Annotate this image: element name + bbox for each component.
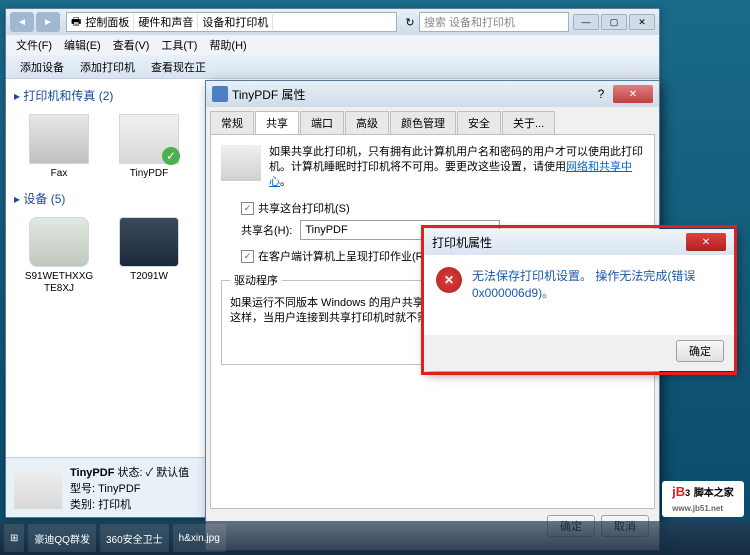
tab-sharing[interactable]: 共享 xyxy=(255,111,299,134)
task-img[interactable]: h&xin.jpg xyxy=(173,524,226,552)
maximize-button[interactable]: ▢ xyxy=(601,14,627,30)
tab-about[interactable]: 关于... xyxy=(502,111,555,134)
crumb-2[interactable]: 设备和打印机 xyxy=(198,14,273,30)
nav-fwd[interactable]: ► xyxy=(36,12,60,32)
folder-icon: 🖶 xyxy=(71,13,81,32)
address-bar[interactable]: 🖶 控制面板 硬件和声音 设备和打印机 xyxy=(66,12,397,32)
tab-security[interactable]: 安全 xyxy=(457,111,501,134)
device-fax[interactable]: Fax xyxy=(24,114,94,180)
error-dialog: 打印机属性 ✕ ✕ 无法保存打印机设置。 操作无法完成(错误 0x000006d… xyxy=(424,229,734,371)
disk-icon xyxy=(29,217,89,267)
add-printer-button[interactable]: 添加打印机 xyxy=(72,59,143,75)
prop-title-text: TinyPDF 属性 xyxy=(232,86,306,103)
minimize-button[interactable]: — xyxy=(573,14,599,30)
ok-button[interactable]: 确定 xyxy=(676,340,724,362)
close-button[interactable]: ✕ xyxy=(686,233,726,251)
share-printer-icon xyxy=(221,145,261,181)
error-titlebar[interactable]: 打印机属性 ✕ xyxy=(424,229,734,255)
render-checkbox-label: 在客户端计算机上呈现打印作业(R) xyxy=(258,248,427,264)
help-button[interactable]: ? xyxy=(589,87,613,101)
error-title-text: 打印机属性 xyxy=(432,234,492,251)
task-360[interactable]: 360安全卫士 xyxy=(100,524,169,552)
menu-tools[interactable]: 工具(T) xyxy=(155,37,203,53)
tab-strip: 常规 共享 端口 高级 颜色管理 安全 关于... xyxy=(206,107,659,134)
view-progress-button[interactable]: 查看现在正 xyxy=(143,59,214,75)
tab-general[interactable]: 常规 xyxy=(210,111,254,134)
explorer-titlebar[interactable]: ◄ ► 🖶 控制面板 硬件和声音 设备和打印机 ↻ 搜索 设备和打印机 — ▢ … xyxy=(6,9,659,35)
menu-view[interactable]: 查看(V) xyxy=(107,37,156,53)
error-icon: ✕ xyxy=(436,267,462,293)
share-description: 如果共享此打印机，只有拥有此计算机用户名和密码的用户才可以使用此打印机。计算机睡… xyxy=(269,145,644,190)
toolbar: 添加设备 添加打印机 查看现在正 xyxy=(6,55,659,79)
share-name-label: 共享名(H): xyxy=(241,222,292,238)
start-button[interactable]: ⊞ xyxy=(4,524,24,552)
close-button[interactable]: ✕ xyxy=(629,14,655,30)
crumb-1[interactable]: 硬件和声音 xyxy=(134,14,198,30)
device-disk[interactable]: S91WETHXXGTE8XJ xyxy=(24,217,94,295)
task-qq[interactable]: 豪迪QQ群发 xyxy=(28,524,96,552)
close-button[interactable]: ✕ xyxy=(613,85,653,103)
device-tinypdf[interactable]: TinyPDF xyxy=(114,114,184,180)
prop-titlebar[interactable]: TinyPDF 属性 ? ✕ xyxy=(206,81,659,107)
detail-printer-icon xyxy=(14,467,62,509)
menu-edit[interactable]: 编辑(E) xyxy=(58,37,107,53)
render-checkbox[interactable]: ✓ xyxy=(241,250,254,263)
tab-ports[interactable]: 端口 xyxy=(300,111,344,134)
printer-icon xyxy=(212,86,228,102)
menu-help[interactable]: 帮助(H) xyxy=(203,37,252,53)
crumb-0[interactable]: 控制面板 xyxy=(81,14,134,30)
drivers-legend: 驱动程序 xyxy=(230,272,282,288)
taskbar[interactable]: ⊞ 豪迪QQ群发 360安全卫士 h&xin.jpg xyxy=(0,521,750,555)
error-message: 无法保存打印机设置。 操作无法完成(错误 0x000006d9)。 xyxy=(472,267,722,323)
watermark: jB3 脚本之家www.jb51.net xyxy=(662,481,744,517)
fax-icon xyxy=(29,114,89,164)
add-device-button[interactable]: 添加设备 xyxy=(12,59,72,75)
tab-color[interactable]: 颜色管理 xyxy=(390,111,456,134)
tab-advanced[interactable]: 高级 xyxy=(345,111,389,134)
device-monitor[interactable]: T2091W xyxy=(114,217,184,295)
menu-file[interactable]: 文件(F) xyxy=(10,37,58,53)
detail-name: TinyPDF xyxy=(70,467,114,479)
monitor-icon xyxy=(119,217,179,267)
search-input[interactable]: 搜索 设备和打印机 xyxy=(419,12,569,32)
printer-icon xyxy=(119,114,179,164)
nav-back[interactable]: ◄ xyxy=(10,12,34,32)
menu-bar: 文件(F) 编辑(E) 查看(V) 工具(T) 帮助(H) xyxy=(6,35,659,55)
share-checkbox[interactable]: ✓ xyxy=(241,202,254,215)
share-checkbox-label: 共享这台打印机(S) xyxy=(258,200,350,216)
refresh-icon[interactable]: ↻ xyxy=(401,16,419,29)
